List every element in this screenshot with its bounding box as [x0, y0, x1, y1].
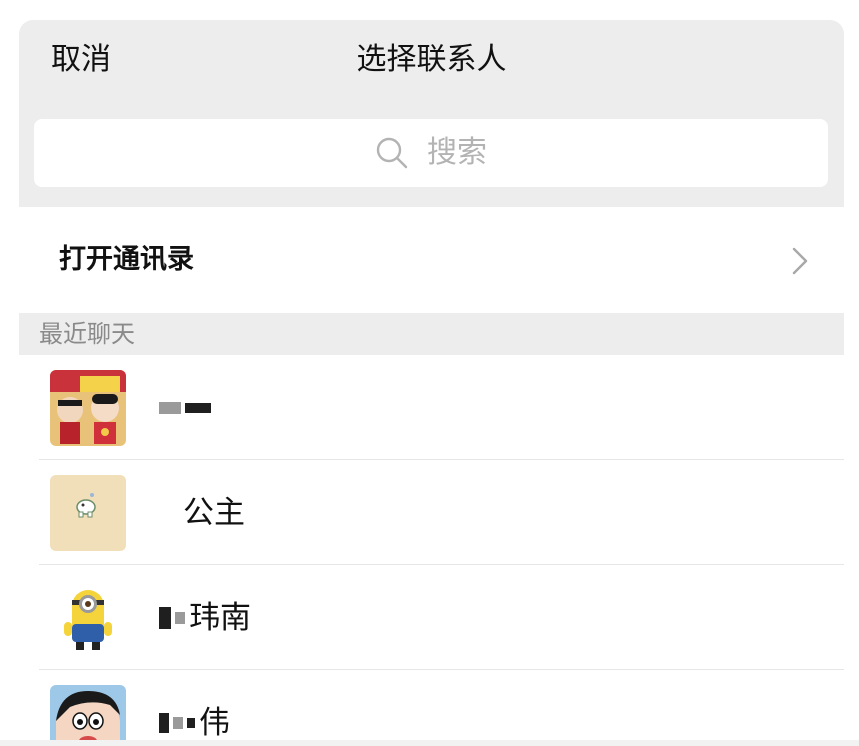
redaction-mark [159, 402, 181, 414]
contact-name: 玮南 [159, 598, 251, 638]
section-label: 最近聊天 [39, 320, 135, 348]
page-title: 选择联系人 [356, 42, 507, 77]
open-contacts-label: 打开通讯录 [59, 244, 194, 275]
redaction-mark [187, 718, 195, 728]
contact-picker-sheet: 取消 选择联系人 搜索 打开通讯录 最近聊天 公主 玮南 伟 [19, 20, 844, 746]
search-input[interactable]: 搜索 [34, 119, 828, 187]
search-icon [376, 137, 408, 169]
chevron-right-icon [792, 247, 808, 275]
contact-row[interactable]: 玮南 [19, 565, 844, 670]
cartoon-boy-avatar [50, 685, 126, 746]
minion-avatar [50, 580, 126, 656]
search-placeholder: 搜索 [427, 135, 487, 170]
contact-row[interactable]: 公主 [19, 460, 844, 565]
search-content: 搜索 [34, 119, 828, 187]
bottom-edge [0, 740, 859, 746]
doll-figurines-avatar [50, 370, 126, 446]
contact-name-text: 伟 [199, 705, 230, 741]
open-contacts-button[interactable]: 打开通讯录 [19, 207, 844, 313]
contact-name: ■■■ [159, 388, 218, 428]
contact-name: 伟 [159, 703, 230, 743]
contact-row[interactable]: 伟 [19, 670, 844, 746]
section-header-recent-chats: 最近聊天 [19, 313, 844, 355]
redaction-mark [159, 607, 171, 629]
redaction-mark [173, 717, 183, 729]
contact-name-text: 玮南 [189, 600, 251, 636]
redaction-mark [175, 612, 185, 624]
redaction-mark [185, 403, 211, 413]
elephant-sticker-avatar [50, 475, 126, 551]
picker-header: 取消 选择联系人 搜索 [19, 20, 844, 207]
redaction-mark [159, 713, 169, 733]
contact-name: 公主 [183, 495, 245, 531]
contact-row[interactable]: ■■■ [19, 355, 844, 460]
